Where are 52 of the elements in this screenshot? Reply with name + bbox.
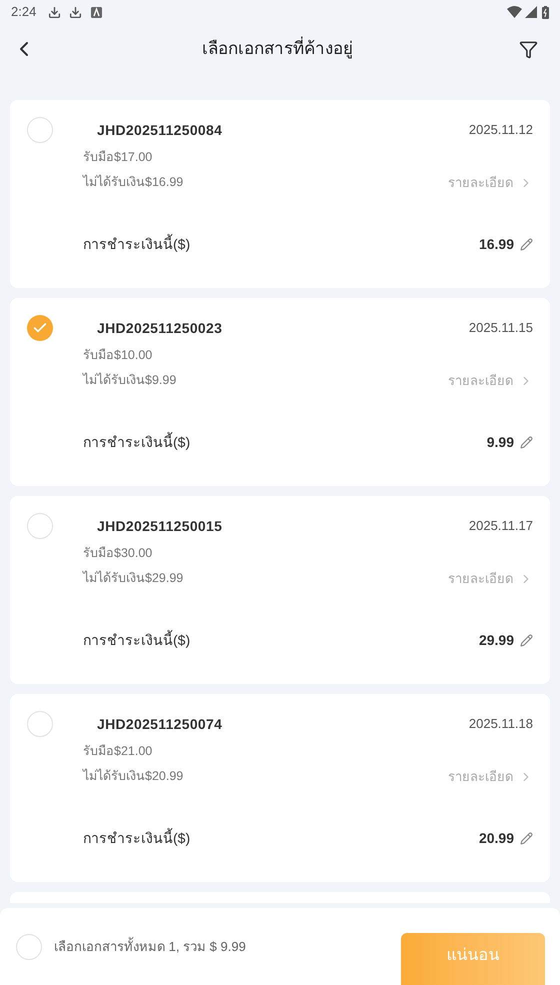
checkbox[interactable]: [27, 513, 53, 539]
unpaid-amount: ไม่ได้รับเงิน$9.99: [83, 372, 176, 390]
document-id: JHD202511250015: [97, 516, 222, 536]
document-card[interactable]: JHD202511250015 2025.11.17 รับมือ$30.00 ไม่ได้รับเงิน$29.99 รายละเอียด การชำระเงินนี้($) 29.99: [10, 496, 550, 684]
details-link[interactable]: รายละเอียด: [448, 766, 513, 786]
app-icon: [91, 6, 102, 18]
payment-amount: 9.99: [486, 433, 514, 452]
document-date: 2025.11.18: [468, 715, 533, 734]
document-card[interactable]: JHD202511250074 2025.11.18 รับมือ$21.00 ไม่ได้รับเงิน$20.99 รายละเอียด การชำระเงินนี้($) 20.99: [10, 694, 550, 882]
details-link[interactable]: รายละเอียด: [448, 370, 513, 390]
received-amount: รับมือ$30.00: [83, 545, 154, 562]
payment-amount: 20.99: [478, 829, 514, 848]
checkbox[interactable]: [16, 934, 42, 960]
unpaid-amount: ไม่ได้รับเงิน$20.99: [83, 768, 184, 786]
details-link[interactable]: รายละเอียด: [448, 568, 513, 588]
checkbox[interactable]: [27, 711, 53, 737]
payment-amount: 29.99: [478, 631, 514, 650]
download-icon: [69, 6, 82, 18]
signal-icon: [525, 6, 537, 18]
document-card[interactable]: JHD202511250084 2025.11.12 รับมือ$17.00 ไม่ได้รับเงิน$16.99 รายละเอียด การชำระเงินนี้($) 16.99: [10, 100, 550, 288]
received-amount: รับมือ$10.00: [83, 347, 154, 364]
status-time: 2:24: [11, 3, 36, 22]
unpaid-amount: ไม่ได้รับเงิน$29.99: [83, 570, 184, 588]
document-id: JHD202511250074: [97, 714, 222, 734]
edit-icon[interactable]: [520, 436, 533, 450]
filter-icon[interactable]: [519, 40, 538, 58]
wifi-icon: [507, 6, 522, 18]
edit-icon[interactable]: [520, 238, 533, 252]
payment-amount: 16.99: [478, 235, 514, 254]
document-date: 2025.11.15: [468, 319, 533, 338]
document-card[interactable]: JHD202511250023 2025.11.15 รับมือ$10.00 ไม่ได้รับเงิน$9.99 รายละเอียด การชำระเงินนี้($) 9.99: [10, 298, 550, 486]
checkbox[interactable]: [27, 315, 53, 341]
page-title: เลือกเอกสารที่ค้างอยู่: [36, 36, 519, 62]
confirm-button[interactable]: แน่นอน: [401, 932, 545, 985]
selection-summary: เลือกเอกสารทั้งหมด 1, รวม $ 9.99: [54, 936, 246, 956]
received-amount: รับมือ$21.00: [83, 743, 154, 760]
payment-label: การชำระเงินนี้($): [83, 630, 190, 650]
details-link[interactable]: รายละเอียด: [448, 172, 513, 192]
edit-icon[interactable]: [520, 634, 533, 648]
payment-label: การชำระเงินนี้($): [83, 432, 190, 452]
edit-icon[interactable]: [520, 832, 533, 846]
battery-icon: [542, 6, 549, 18]
download-icon: [48, 6, 62, 18]
checkbox[interactable]: [27, 117, 53, 143]
document-id: JHD202511250023: [97, 318, 222, 338]
document-id: JHD202511250084: [97, 120, 222, 140]
payment-label: การชำระเงินนี้($): [83, 828, 190, 848]
received-amount: รับมือ$17.00: [83, 149, 154, 166]
payment-label: การชำระเงินนี้($): [83, 234, 190, 254]
document-date: 2025.11.17: [468, 517, 533, 536]
document-date: 2025.11.12: [468, 121, 533, 140]
unpaid-amount: ไม่ได้รับเงิน$16.99: [83, 174, 184, 192]
